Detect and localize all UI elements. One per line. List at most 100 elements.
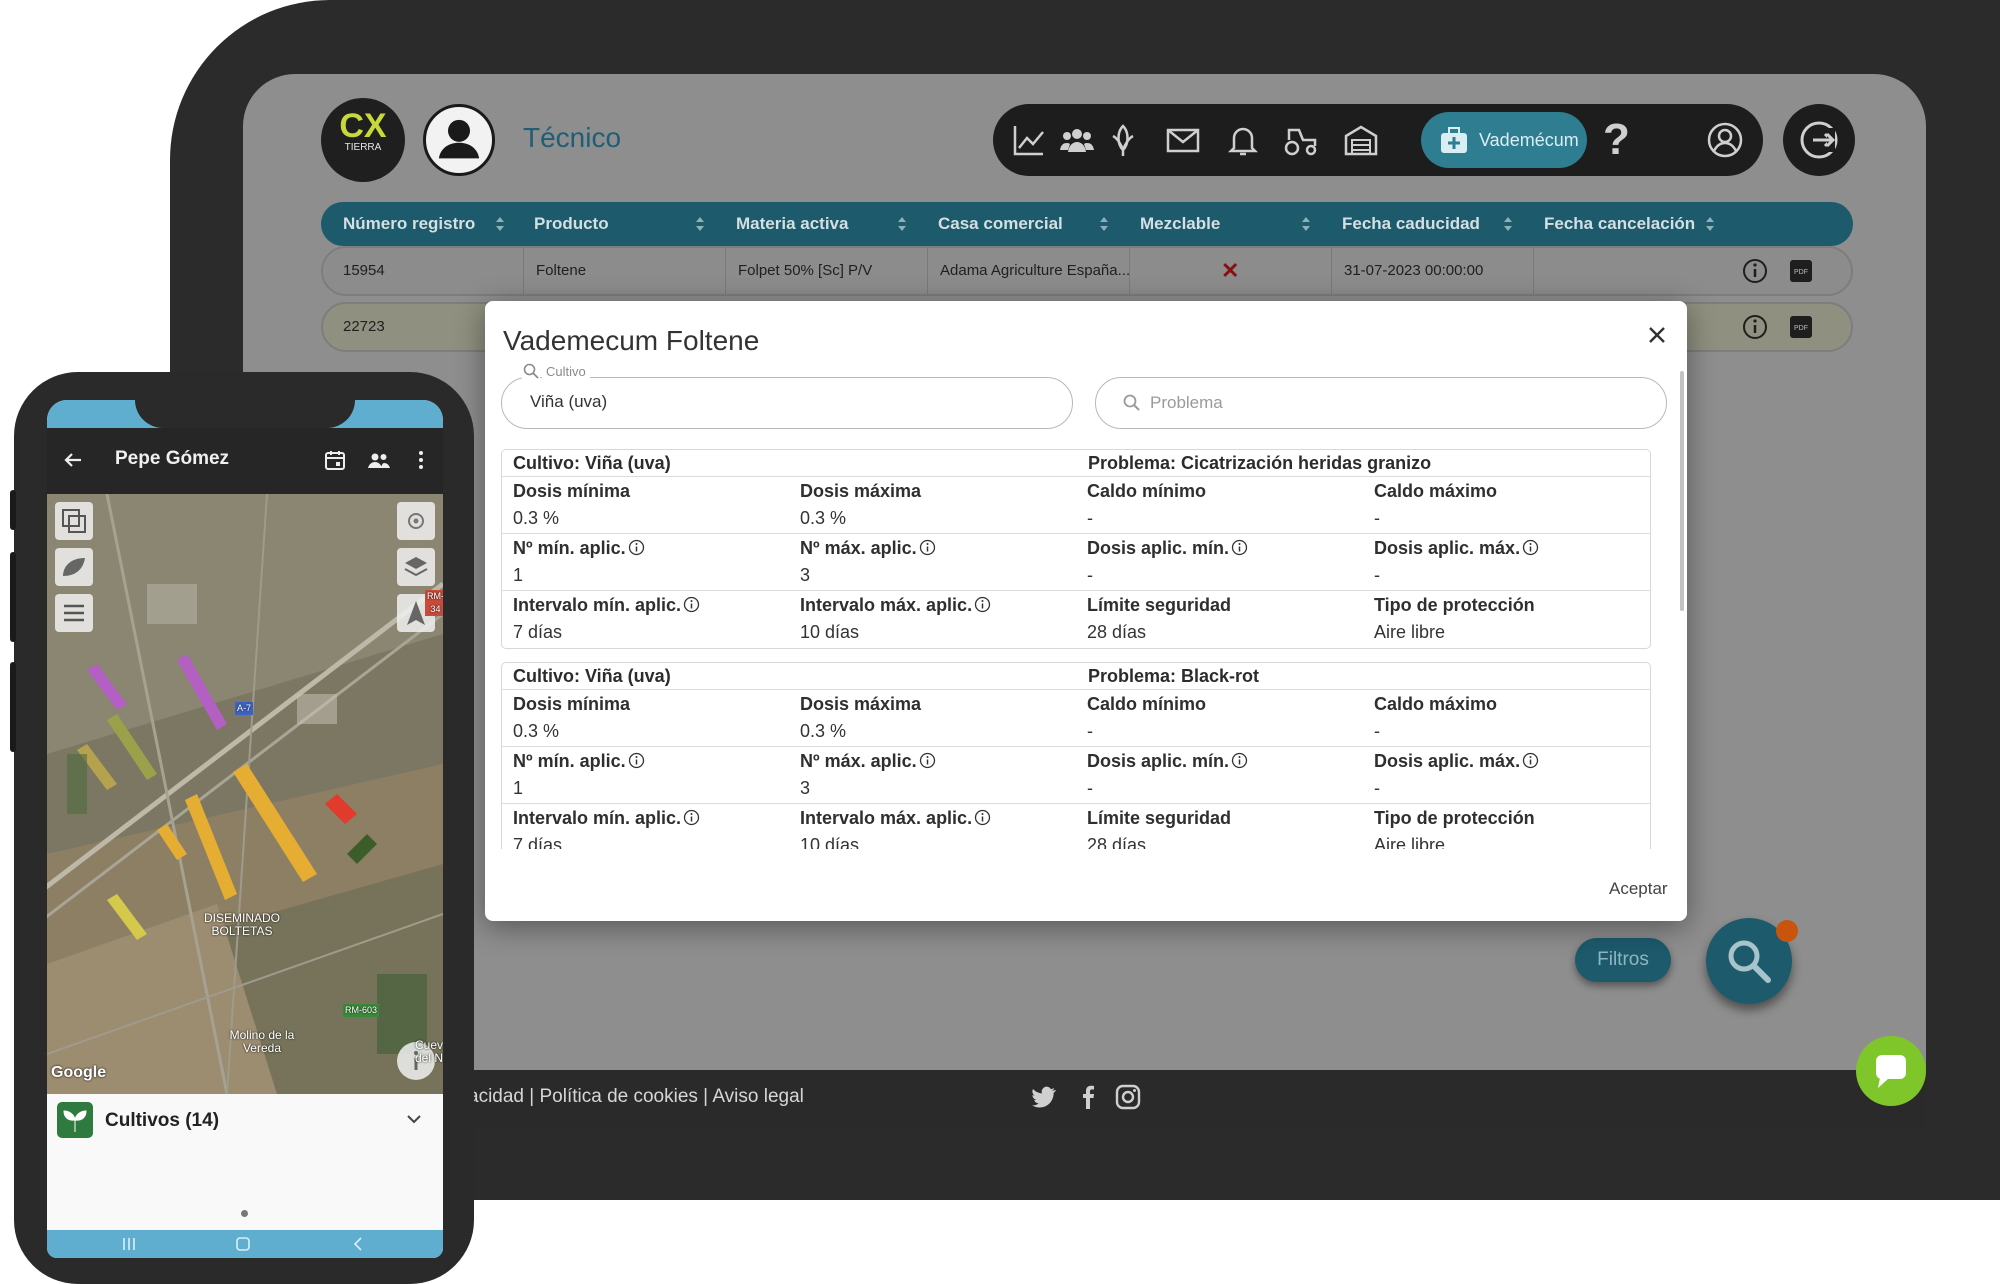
sort-icon[interactable] [897,216,907,232]
info-icon[interactable] [683,809,700,826]
chevron-down-icon[interactable] [403,1108,425,1130]
app-logo[interactable]: CX TIERRA [321,98,405,182]
field-value: 3 [800,778,811,798]
dosage-list[interactable]: Cultivo: Viña (uva) Problema: Cicatrizac… [501,447,1651,849]
field-value: Aire libre [1374,622,1446,642]
logout-button[interactable] [1783,104,1855,176]
vademecum-button[interactable]: Vademécum [1421,112,1587,168]
map-attribution: Google [51,1064,107,1081]
info-icon[interactable] [1741,257,1769,285]
sprout-icon [57,1102,93,1138]
sort-icon[interactable] [495,216,505,232]
map-label-place: Molino de la Vereda [229,1028,295,1055]
sort-icon[interactable] [695,216,705,232]
dialog-scrollbar[interactable] [1680,371,1684,611]
map-label-town: DISEMINADO BOLTETAS [203,911,280,938]
field-label: Dosis mínima [513,481,631,501]
map-layers-icon[interactable] [397,548,435,586]
info-icon[interactable] [919,539,936,556]
field-value: Aire libre [1374,835,1446,849]
close-icon[interactable] [1643,321,1671,349]
accept-button[interactable]: Aceptar [1609,879,1668,899]
help-button[interactable]: ? [1603,112,1643,168]
warehouse-icon[interactable] [1343,122,1379,158]
col-header[interactable]: Producto [534,202,609,246]
more-vert-icon[interactable] [409,448,433,472]
info-icon[interactable] [628,539,645,556]
cell-producto: Foltene [536,262,587,279]
problema-field[interactable]: Problema [1095,377,1667,429]
info-icon[interactable] [974,596,991,613]
map-label-road: RM-603 [343,1004,380,1017]
info-icon[interactable] [1231,539,1248,556]
tractor-icon[interactable] [1283,122,1319,158]
chat-button[interactable] [1856,1036,1926,1106]
card-cultivo: Cultivo: Viña (uva) [513,453,671,473]
vademecum-dialog: Vademecum Foltene Cultivo Viña (uva) Pro… [485,301,1687,921]
info-icon[interactable] [683,596,700,613]
field-value: 0.3 % [800,508,847,528]
list-icon[interactable] [55,594,93,632]
col-header[interactable]: Casa comercial [938,202,1063,246]
bell-icon[interactable] [1225,122,1261,158]
field-label: Nº mín. aplic. [513,751,626,771]
pdf-icon[interactable]: PDF [1787,313,1815,341]
search-fab[interactable] [1706,918,1798,1004]
sort-icon[interactable] [1503,216,1513,232]
phone-button [10,662,16,752]
calendar-icon[interactable] [323,448,347,472]
card-row: Nº mín. aplic. 1 Nº máx. aplic. 3 Dosis ap… [502,746,1650,803]
info-icon[interactable] [1741,313,1769,341]
account-icon[interactable] [1705,120,1745,160]
field-label: Intervalo máx. aplic. [800,808,973,828]
cell-divider [1533,248,1534,294]
sort-icon[interactable] [1301,216,1311,232]
chart-icon[interactable] [1011,122,1047,158]
pdf-icon[interactable]: PDF [1787,257,1815,285]
cultivo-field[interactable]: Cultivo Viña (uva) [501,362,1073,429]
twitter-icon[interactable] [1031,1084,1057,1110]
back-nav-icon[interactable] [351,1236,365,1252]
table-row[interactable]: 15954 Foltene Folpet 50% [Sc] P/V Adama … [321,246,1853,296]
layers-toggle-icon[interactable] [55,502,93,540]
filters-button[interactable]: Filtros [1575,938,1671,982]
info-icon[interactable] [974,809,991,826]
home-icon[interactable] [235,1236,251,1252]
cultivos-title[interactable]: Cultivos (14) [105,1110,219,1132]
problema-placeholder: Problema [1150,393,1223,412]
crop-icon[interactable] [1105,122,1141,158]
info-icon[interactable] [1522,752,1539,769]
group-icon[interactable] [367,448,391,472]
plant-icon[interactable] [55,548,93,586]
mail-icon[interactable] [1165,122,1201,158]
field-value: 10 días [800,835,860,849]
col-header[interactable]: Número registro [343,202,475,246]
facebook-icon[interactable] [1075,1084,1101,1110]
back-arrow-icon[interactable] [61,448,85,472]
info-icon[interactable] [628,752,645,769]
field-label: Dosis máxima [800,694,922,714]
field-value: - [1087,778,1093,798]
map-label-road: RM-34 [425,590,443,616]
field-value: 0.3 % [513,508,560,528]
instagram-icon[interactable] [1115,1084,1141,1110]
users-icon[interactable] [1059,122,1095,158]
not-mixable-icon: ✕ [1221,258,1240,283]
footer-links[interactable]: acidad | Política de cookies | Aviso leg… [468,1086,804,1108]
sort-icon[interactable] [1705,216,1715,232]
info-icon[interactable] [1231,752,1248,769]
locate-icon[interactable] [397,502,435,540]
sort-icon[interactable] [1099,216,1109,232]
field-value: 7 días [513,835,563,849]
col-header[interactable]: Mezclable [1140,202,1220,246]
info-icon[interactable] [1522,539,1539,556]
col-header[interactable]: Materia activa [736,202,848,246]
satellite-map[interactable]: DISEMINADO BOLTETAS Molino de la Vereda … [47,494,443,1094]
card-row: Nº mín. aplic. 1 Nº máx. aplic. 3 Dosis ap… [502,533,1650,590]
user-avatar[interactable] [423,104,495,176]
info-icon[interactable] [919,752,936,769]
col-header[interactable]: Fecha cancelación [1544,202,1695,246]
col-header[interactable]: Fecha caducidad [1342,202,1480,246]
field-value: - [1374,778,1380,798]
recent-apps-icon[interactable] [121,1237,137,1251]
